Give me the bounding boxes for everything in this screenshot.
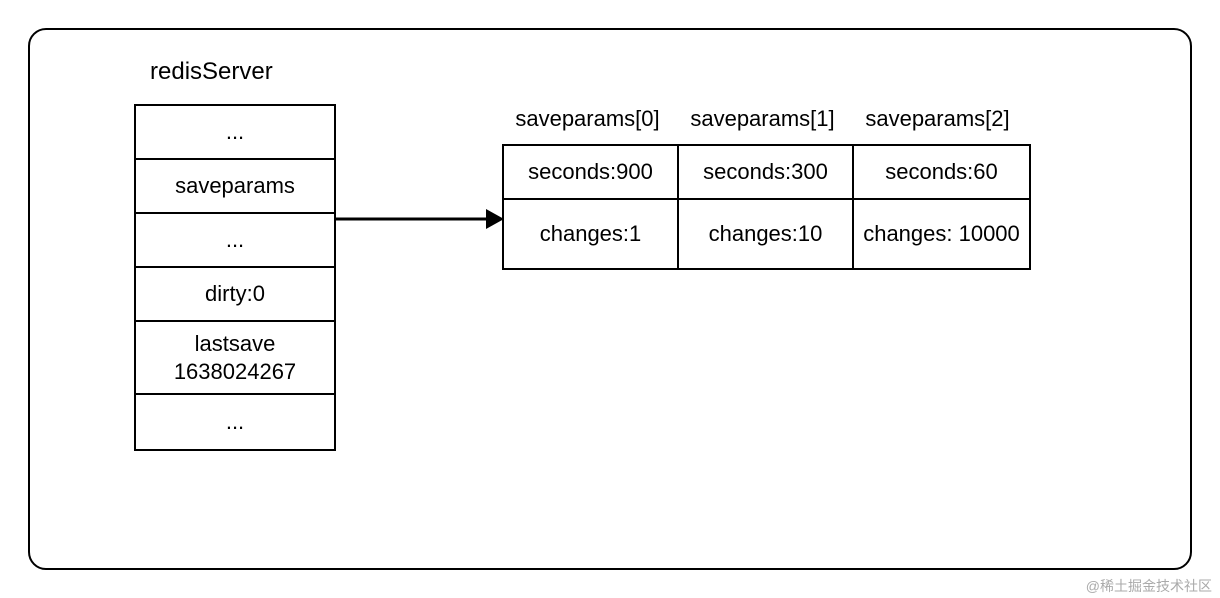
array-label-0: saveparams[0] <box>500 106 675 132</box>
arrow-icon <box>336 204 504 234</box>
lastsave-value: 1638024267 <box>174 358 296 386</box>
array-label-1: saveparams[1] <box>675 106 850 132</box>
lastsave-label: lastsave <box>195 330 276 358</box>
struct-title: redisServer <box>150 58 273 86</box>
cell-seconds-2: seconds:60 <box>854 146 1029 200</box>
array-label-2: saveparams[2] <box>850 106 1025 132</box>
redis-server-struct: ... saveparams ... dirty:0 lastsave 1638… <box>134 104 336 451</box>
struct-row-dirty: dirty:0 <box>136 268 334 322</box>
watermark-text: @稀土掘金技术社区 <box>1086 576 1212 596</box>
cell-seconds-0: seconds:900 <box>504 146 679 200</box>
struct-row-ellipsis: ... <box>136 214 334 268</box>
struct-row-lastsave: lastsave 1638024267 <box>136 322 334 395</box>
saveparams-array-table: seconds:900 seconds:300 seconds:60 chang… <box>502 144 1031 270</box>
struct-row-ellipsis: ... <box>136 395 334 449</box>
cell-seconds-1: seconds:300 <box>679 146 854 200</box>
struct-row-saveparams: saveparams <box>136 160 334 214</box>
cell-changes-1: changes:10 <box>679 200 854 268</box>
cell-changes-0: changes:1 <box>504 200 679 268</box>
saveparams-array-labels: saveparams[0] saveparams[1] saveparams[2… <box>500 106 1025 132</box>
cell-changes-2: changes: 10000 <box>854 200 1029 268</box>
struct-row-ellipsis: ... <box>136 106 334 160</box>
